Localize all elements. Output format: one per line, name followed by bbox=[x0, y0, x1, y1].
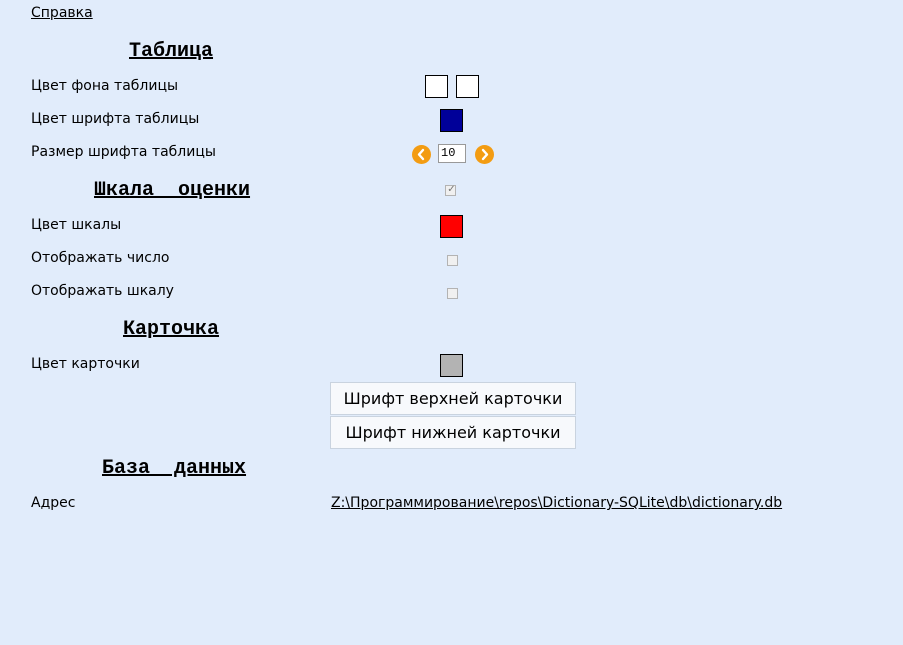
card-color-swatch[interactable] bbox=[440, 354, 463, 377]
table-font-color-label: Цвет шрифта таблицы bbox=[31, 111, 200, 127]
section-title-card: Карточка bbox=[123, 318, 220, 341]
table-font-size-label: Размер шрифта таблицы bbox=[31, 144, 216, 160]
show-scale-checkbox[interactable] bbox=[447, 288, 458, 299]
table-font-color-swatch[interactable] bbox=[440, 109, 463, 132]
table-bg-color-label: Цвет фона таблицы bbox=[31, 78, 179, 94]
section-title-table: Таблица bbox=[129, 40, 214, 63]
show-number-checkbox[interactable] bbox=[447, 255, 458, 266]
scale-color-label: Цвет шкалы bbox=[31, 217, 122, 233]
checkmark-icon: ✓ bbox=[447, 184, 456, 195]
table-bg-color-swatch-2[interactable] bbox=[456, 75, 479, 98]
font-size-input[interactable]: 10 bbox=[438, 144, 466, 163]
scale-color-swatch[interactable] bbox=[440, 215, 463, 238]
section-title-database: База данных bbox=[102, 457, 247, 480]
chevron-right-icon bbox=[481, 148, 489, 161]
help-link[interactable]: Справка bbox=[31, 5, 93, 21]
table-bg-color-swatch-1[interactable] bbox=[425, 75, 448, 98]
scale-enabled-checkbox[interactable]: ✓ bbox=[445, 184, 456, 196]
card-color-label: Цвет карточки bbox=[31, 356, 140, 372]
db-address-label: Адрес bbox=[31, 495, 76, 511]
db-address-link[interactable]: Z:\Программирование\repos\Dictionary-SQL… bbox=[331, 495, 782, 511]
section-title-scale: Шкала оценки bbox=[94, 179, 251, 202]
top-card-font-button[interactable]: Шрифт верхней карточки bbox=[330, 382, 576, 415]
bottom-card-font-button[interactable]: Шрифт нижней карточки bbox=[330, 416, 576, 449]
show-number-label: Отображать число bbox=[31, 250, 170, 266]
font-size-increase-button[interactable] bbox=[475, 145, 494, 164]
font-size-decrease-button[interactable] bbox=[412, 145, 431, 164]
show-scale-label: Отображать шкалу bbox=[31, 283, 174, 299]
chevron-left-icon bbox=[417, 148, 425, 161]
